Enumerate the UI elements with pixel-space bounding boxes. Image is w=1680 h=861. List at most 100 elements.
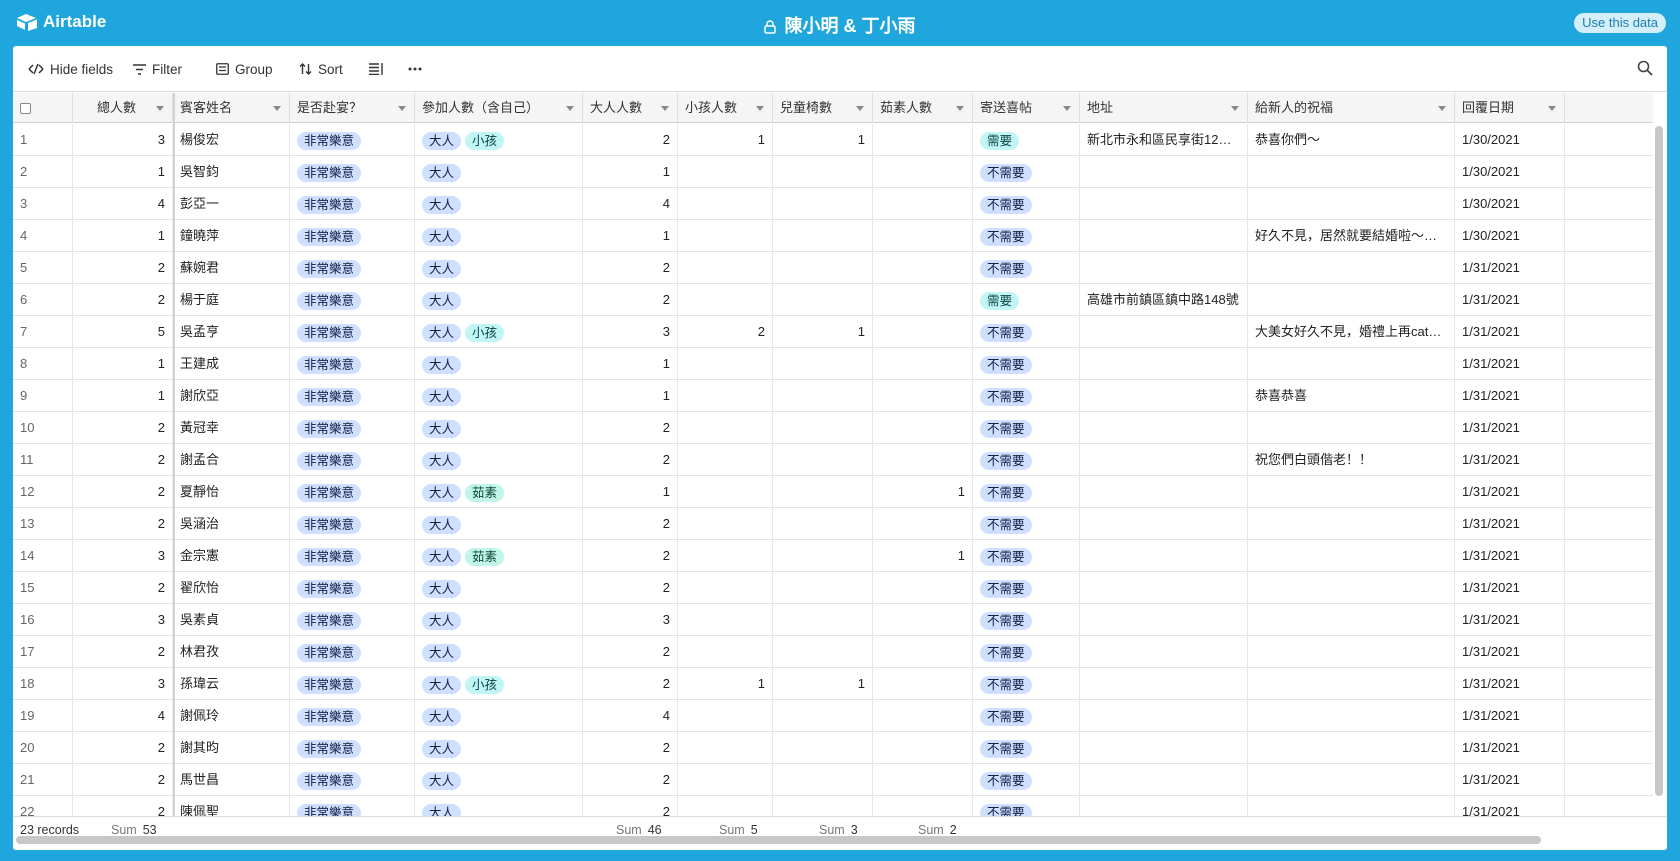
cell-chairs[interactable]	[773, 572, 873, 604]
sort-button[interactable]: Sort	[299, 60, 343, 78]
cell-total[interactable]: 4	[73, 188, 173, 220]
cell-vegetarian[interactable]: 1	[873, 476, 973, 508]
table-row[interactable]: 19 4 謝佩玲 非常樂意 大人 4 不需要 1/31/2021	[13, 700, 1653, 732]
header-guest-name[interactable]: 賓客姓名	[173, 93, 290, 123]
table-row[interactable]: 14 3 金宗憲 非常樂意 大人 茹素 2 1 不需要 1/31/2021	[13, 540, 1653, 572]
cell-vegetarian[interactable]	[873, 412, 973, 444]
cell-reply-date[interactable]: 1/31/2021	[1455, 380, 1565, 412]
cell-invitation[interactable]: 不需要	[973, 636, 1080, 668]
row-number[interactable]: 11	[13, 444, 73, 476]
cell-wishes[interactable]	[1248, 508, 1455, 540]
cell-adults[interactable]: 2	[583, 636, 678, 668]
cell-party-size[interactable]: 大人	[415, 604, 583, 636]
cell-wishes[interactable]: 祝您們白頭偕老！！	[1248, 444, 1455, 476]
cell-reply-date[interactable]: 1/31/2021	[1455, 572, 1565, 604]
cell-adults[interactable]: 1	[583, 476, 678, 508]
cell-vegetarian[interactable]	[873, 252, 973, 284]
cell-party-size[interactable]: 大人	[415, 348, 583, 380]
cell-attend[interactable]: 非常樂意	[290, 444, 415, 476]
chevron-down-icon[interactable]	[156, 106, 164, 111]
chevron-down-icon[interactable]	[756, 106, 764, 111]
cell-wishes[interactable]	[1248, 156, 1455, 188]
row-number[interactable]: 1	[13, 124, 73, 156]
cell-reply-date[interactable]: 1/31/2021	[1455, 732, 1565, 764]
cell-chairs[interactable]: 1	[773, 316, 873, 348]
cell-party-size[interactable]: 大人	[415, 156, 583, 188]
cell-reply-date[interactable]: 1/31/2021	[1455, 476, 1565, 508]
cell-party-size[interactable]: 大人	[415, 764, 583, 796]
cell-kids[interactable]	[678, 252, 773, 284]
cell-invitation[interactable]: 不需要	[973, 188, 1080, 220]
cell-invitation[interactable]: 不需要	[973, 732, 1080, 764]
cell-wishes[interactable]: 大美女好久不見，婚禮上再catch ...	[1248, 316, 1455, 348]
cell-kids[interactable]	[678, 412, 773, 444]
cell-invitation[interactable]: 不需要	[973, 348, 1080, 380]
row-number[interactable]: 7	[13, 316, 73, 348]
cell-kids[interactable]	[678, 732, 773, 764]
sum-vegetarian[interactable]: Sum 2	[918, 823, 957, 837]
cell-invitation[interactable]: 不需要	[973, 508, 1080, 540]
cell-total[interactable]: 4	[73, 700, 173, 732]
cell-vegetarian[interactable]	[873, 124, 973, 156]
row-number[interactable]: 8	[13, 348, 73, 380]
cell-invitation[interactable]: 需要	[973, 124, 1080, 156]
row-number[interactable]: 15	[13, 572, 73, 604]
cell-wishes[interactable]: 恭喜恭喜	[1248, 380, 1455, 412]
cell-invitation[interactable]: 不需要	[973, 316, 1080, 348]
header-address[interactable]: 地址	[1080, 93, 1248, 123]
cell-party-size[interactable]: 大人	[415, 412, 583, 444]
cell-party-size[interactable]: 大人 小孩	[415, 668, 583, 700]
cell-address[interactable]	[1080, 316, 1248, 348]
cell-party-size[interactable]: 大人 茹素	[415, 540, 583, 572]
row-number[interactable]: 2	[13, 156, 73, 188]
row-number[interactable]: 18	[13, 668, 73, 700]
cell-reply-date[interactable]: 1/31/2021	[1455, 540, 1565, 572]
row-number[interactable]: 14	[13, 540, 73, 572]
table-row[interactable]: 5 2 蘇婉君 非常樂意 大人 2 不需要 1/31/2021	[13, 252, 1653, 284]
cell-vegetarian[interactable]	[873, 572, 973, 604]
table-row[interactable]: 7 5 吳孟亨 非常樂意 大人 小孩 3 2 1 不需要 大美女好久不見，婚禮上再catch ...…	[13, 316, 1653, 348]
cell-invitation[interactable]: 不需要	[973, 476, 1080, 508]
cell-party-size[interactable]: 大人 小孩	[415, 124, 583, 156]
cell-reply-date[interactable]: 1/31/2021	[1455, 284, 1565, 316]
cell-adults[interactable]: 2	[583, 252, 678, 284]
cell-address[interactable]	[1080, 380, 1248, 412]
header-reply-date[interactable]: 回覆日期	[1455, 93, 1565, 123]
cell-kids[interactable]: 2	[678, 316, 773, 348]
cell-total[interactable]: 2	[73, 732, 173, 764]
cell-attend[interactable]: 非常樂意	[290, 636, 415, 668]
cell-guest-name[interactable]: 吳涵治	[173, 508, 290, 540]
cell-invitation[interactable]: 需要	[973, 284, 1080, 316]
table-row[interactable]: 13 2 吳涵治 非常樂意 大人 2 不需要 1/31/2021	[13, 508, 1653, 540]
cell-guest-name[interactable]: 鐘曉萍	[173, 220, 290, 252]
table-row[interactable]: 8 1 王建成 非常樂意 大人 1 不需要 1/31/2021	[13, 348, 1653, 380]
cell-reply-date[interactable]: 1/31/2021	[1455, 316, 1565, 348]
cell-chairs[interactable]	[773, 412, 873, 444]
cell-vegetarian[interactable]	[873, 220, 973, 252]
table-row[interactable]: 11 2 謝孟合 非常樂意 大人 2 不需要 祝您們白頭偕老！！ 1/31/2021	[13, 444, 1653, 476]
cell-vegetarian[interactable]	[873, 444, 973, 476]
cell-invitation[interactable]: 不需要	[973, 700, 1080, 732]
cell-chairs[interactable]	[773, 380, 873, 412]
cell-vegetarian[interactable]	[873, 764, 973, 796]
cell-total[interactable]: 2	[73, 284, 173, 316]
cell-chairs[interactable]	[773, 764, 873, 796]
cell-total[interactable]: 1	[73, 348, 173, 380]
table-row[interactable]: 17 2 林君孜 非常樂意 大人 2 不需要 1/31/2021	[13, 636, 1653, 668]
cell-chairs[interactable]	[773, 508, 873, 540]
cell-kids[interactable]	[678, 444, 773, 476]
row-number[interactable]: 16	[13, 604, 73, 636]
table-row[interactable]: 1 3 楊俊宏 非常樂意 大人 小孩 2 1 1 需要 新北市永和區民享街12巷8... 恭喜你們～ 1…	[13, 124, 1653, 156]
cell-wishes[interactable]	[1248, 572, 1455, 604]
cell-guest-name[interactable]: 夏靜怡	[173, 476, 290, 508]
cell-chairs[interactable]: 1	[773, 124, 873, 156]
row-number[interactable]: 19	[13, 700, 73, 732]
cell-reply-date[interactable]: 1/31/2021	[1455, 508, 1565, 540]
cell-party-size[interactable]: 大人	[415, 220, 583, 252]
cell-kids[interactable]	[678, 156, 773, 188]
cell-invitation[interactable]: 不需要	[973, 604, 1080, 636]
cell-wishes[interactable]	[1248, 348, 1455, 380]
cell-adults[interactable]: 4	[583, 700, 678, 732]
cell-attend[interactable]: 非常樂意	[290, 700, 415, 732]
cell-total[interactable]: 1	[73, 380, 173, 412]
